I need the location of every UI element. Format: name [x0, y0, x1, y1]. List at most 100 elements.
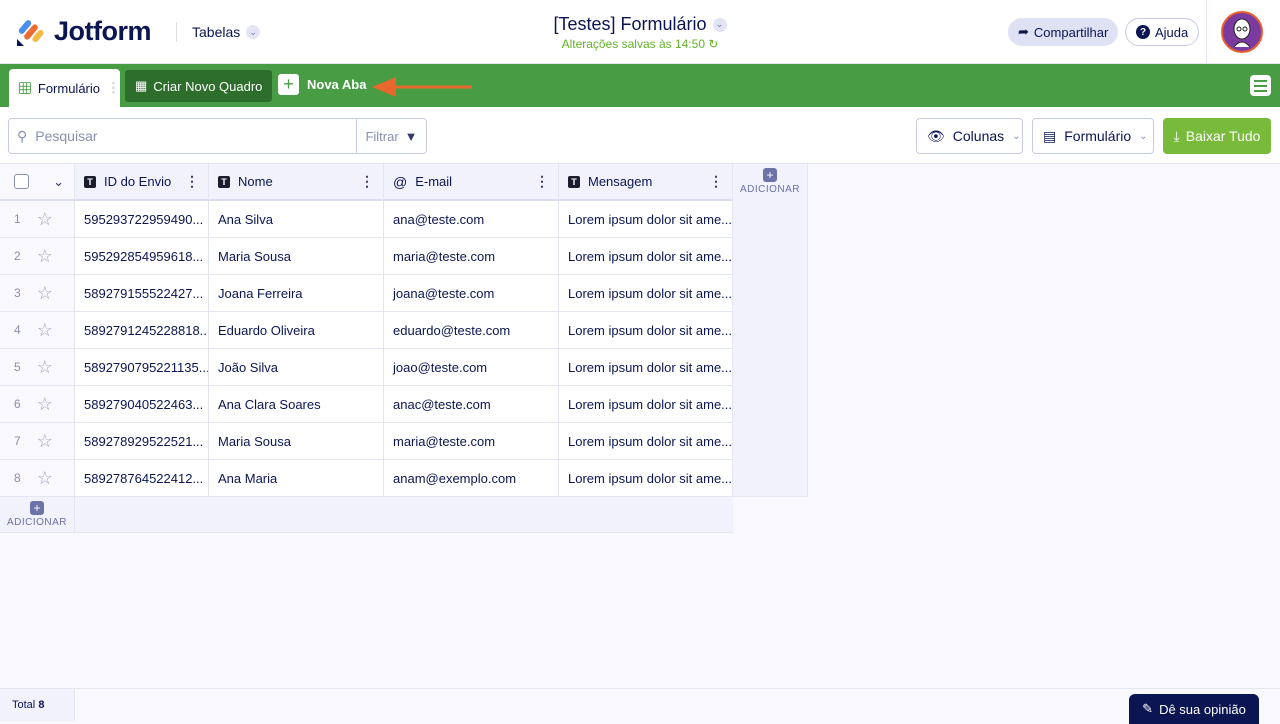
select-all: ⌄: [0, 164, 75, 201]
table-cell[interactable]: joana@teste.com: [384, 275, 559, 312]
star-icon[interactable]: ☆: [37, 246, 53, 267]
table-cell[interactable]: 589279155522427...: [75, 275, 209, 312]
row-number: 4: [14, 323, 21, 337]
table-cell[interactable]: Lorem ipsum dolor sit ame...: [559, 312, 733, 349]
help-label: Ajuda: [1155, 24, 1189, 40]
table-row[interactable]: 1 ☆ 595293722959490... Ana Silva ana@teste.c…: [0, 201, 733, 238]
search-input[interactable]: Pesquisar: [35, 128, 97, 144]
footer: Total 8: [0, 688, 1280, 721]
feedback-label: Dê sua opinião: [1159, 701, 1246, 717]
table-row[interactable]: 8 ☆ 589278764522412... Ana Maria anam@exempl…: [0, 460, 733, 497]
add-row-label: ADICIONAR: [6, 517, 68, 528]
table-cell[interactable]: Lorem ipsum dolor sit ame...: [559, 275, 733, 312]
column-options-icon[interactable]: ⋮: [535, 173, 549, 190]
table-cell[interactable]: Lorem ipsum dolor sit ame...: [559, 201, 733, 238]
table-cell[interactable]: maria@teste.com: [384, 423, 559, 460]
column-options-icon[interactable]: ⋮: [185, 173, 199, 190]
save-status-text: Alterações salvas às 14:50: [561, 37, 705, 51]
search-field[interactable]: ⚲ Pesquisar Filtrar ▼: [8, 118, 427, 154]
table-cell[interactable]: Ana Clara Soares: [209, 386, 384, 423]
table-cell[interactable]: anac@teste.com: [384, 386, 559, 423]
star-icon[interactable]: ☆: [37, 209, 53, 230]
share-button[interactable]: ➦ Compartilhar: [1008, 18, 1119, 46]
table-cell[interactable]: 595292854959618...: [75, 238, 209, 275]
add-row-button[interactable]: + ADICIONAR: [0, 497, 75, 532]
column-label: Nome: [238, 174, 273, 189]
data-table: ⌄ T ID do Envio ⋮ T Nome ⋮ @ E-mail ⋮ T Mensagem ⋮ …: [0, 164, 733, 497]
row-number: 8: [14, 471, 21, 485]
add-column-button[interactable]: + ADICIONAR: [733, 164, 808, 497]
star-icon[interactable]: ☆: [37, 431, 53, 452]
star-icon[interactable]: ☆: [37, 357, 53, 378]
filter-button[interactable]: Filtrar ▼: [356, 119, 426, 153]
column-header[interactable]: @ E-mail ⋮: [384, 164, 559, 201]
table-cell[interactable]: 589278764522412...: [75, 460, 209, 497]
tab-formulario[interactable]: Formulário ⋮: [9, 69, 120, 107]
create-board-button[interactable]: ▦ Criar Novo Quadro: [125, 70, 273, 102]
table-row[interactable]: 3 ☆ 589279155522427... Joana Ferreira joana@…: [0, 275, 733, 312]
feedback-icon: ✎: [1142, 701, 1154, 716]
table-cell[interactable]: 589279079522113​5...: [75, 349, 209, 386]
divider: [1206, 0, 1207, 64]
table-cell[interactable]: 589278929522521...: [75, 423, 209, 460]
chevron-down-icon: ⌄: [712, 17, 727, 32]
columns-label: Colunas: [952, 128, 1005, 144]
columns-button[interactable]: 👁 Colunas ⌄: [916, 118, 1023, 154]
row-header: 4 ☆: [0, 312, 75, 349]
table-cell[interactable]: joao@teste.com: [384, 349, 559, 386]
table-cell[interactable]: ana@teste.com: [384, 201, 559, 238]
table-row[interactable]: 5 ☆ 589279079522113​5... João Silva joao@tes…: [0, 349, 733, 386]
row-header: 3 ☆: [0, 275, 75, 312]
page-title: [Testes] Formulário: [553, 14, 707, 34]
table-cell[interactable]: eduardo@teste.com: [384, 312, 559, 349]
table-cell[interactable]: 595293722959490...: [75, 201, 209, 238]
share-icon: ➦: [1018, 24, 1029, 39]
table-cell[interactable]: anam@exemplo.com: [384, 460, 559, 497]
star-icon[interactable]: ☆: [37, 320, 53, 341]
table-cell[interactable]: maria@teste.com: [384, 238, 559, 275]
star-icon[interactable]: ☆: [37, 468, 53, 489]
star-icon[interactable]: ☆: [37, 283, 53, 304]
column-header[interactable]: T ID do Envio ⋮: [75, 164, 209, 201]
column-header[interactable]: T Mensagem ⋮: [559, 164, 733, 201]
table-cell[interactable]: Lorem ipsum dolor sit ame...: [559, 386, 733, 423]
table-cell[interactable]: Ana Maria: [209, 460, 384, 497]
toolbar: ⚲ Pesquisar Filtrar ▼ 👁 Colunas ⌄ ▤ Formulári…: [0, 107, 1280, 164]
column-header[interactable]: T Nome ⋮: [209, 164, 384, 201]
table-cell[interactable]: Lorem ipsum dolor sit ame...: [559, 423, 733, 460]
table-row[interactable]: 7 ☆ 589278929522521... Maria Sousa maria@tes…: [0, 423, 733, 460]
table-row[interactable]: 4 ☆ 5892791245228818... Eduardo Oliveira edu…: [0, 312, 733, 349]
menu-button[interactable]: [1250, 75, 1271, 96]
table-cell[interactable]: Joana Ferreira: [209, 275, 384, 312]
table-cell[interactable]: Lorem ipsum dolor sit ame...: [559, 460, 733, 497]
download-all-button[interactable]: ⤓ Baixar Tudo: [1163, 118, 1271, 154]
table-cell[interactable]: Maria Sousa: [209, 423, 384, 460]
column-options-icon[interactable]: ⋮: [360, 173, 374, 190]
form-title-dropdown[interactable]: [Testes] Formulário ⌄: [553, 14, 727, 35]
row-header: 7 ☆: [0, 423, 75, 460]
table-cell[interactable]: Maria Sousa: [209, 238, 384, 275]
table-row[interactable]: 2 ☆ 595292854959618... Maria Sousa maria@tes…: [0, 238, 733, 275]
table-cell[interactable]: Eduardo Oliveira: [209, 312, 384, 349]
table-cell[interactable]: João Silva: [209, 349, 384, 386]
form-select[interactable]: ▤ Formulário ⌄: [1032, 118, 1154, 154]
text-type-icon: T: [218, 175, 230, 188]
column-label: Mensagem: [588, 174, 653, 189]
star-icon[interactable]: ☆: [37, 394, 53, 415]
table-row[interactable]: 6 ☆ 589279040522463... Ana Clara Soares anac…: [0, 386, 733, 423]
table-cell[interactable]: Ana Silva: [209, 201, 384, 238]
help-button[interactable]: ? Ajuda: [1125, 18, 1200, 46]
plus-icon: +: [278, 74, 299, 95]
tab-options-icon[interactable]: ⋮: [107, 80, 120, 96]
table-cell[interactable]: 5892791245228818...: [75, 312, 209, 349]
table-cell[interactable]: Lorem ipsum dolor sit ame...: [559, 238, 733, 275]
table-cell[interactable]: Lorem ipsum dolor sit ame...: [559, 349, 733, 386]
new-tab-button[interactable]: + Nova Aba: [278, 74, 366, 95]
chevron-down-icon: ⌄: [1012, 130, 1021, 142]
chevron-down-icon[interactable]: ⌄: [53, 174, 64, 190]
table-cell[interactable]: 589279040522463...: [75, 386, 209, 423]
select-all-checkbox[interactable]: [14, 174, 29, 189]
avatar[interactable]: [1221, 11, 1263, 53]
column-options-icon[interactable]: ⋮: [709, 173, 723, 190]
row-number: 6: [14, 397, 21, 411]
